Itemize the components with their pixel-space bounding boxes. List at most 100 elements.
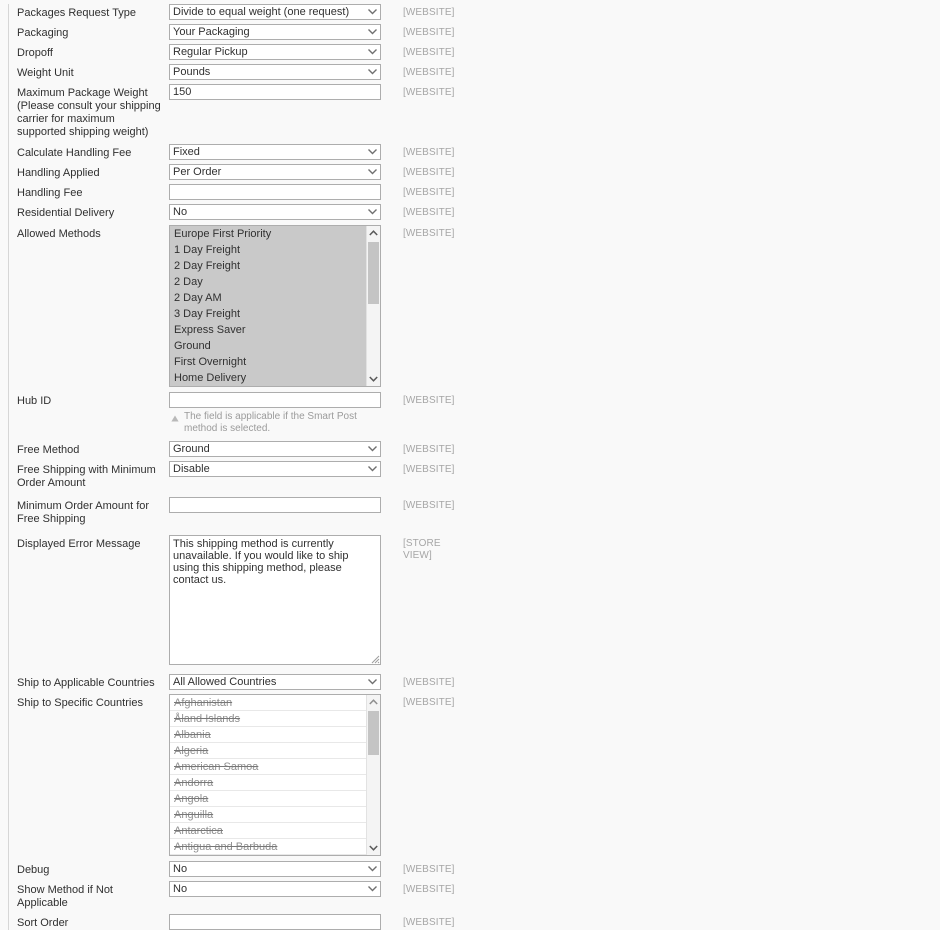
sort-order-input[interactable]: [169, 914, 381, 930]
select-value-packaging: Your Packaging: [173, 26, 250, 38]
field-row-packaging: Packaging Your Packaging [WEBSITE]: [17, 24, 940, 40]
scroll-up-arrow-icon[interactable]: [367, 695, 380, 709]
label-free-shipping-minimum-order-amount: Free Shipping with Minimum Order Amount: [17, 464, 156, 489]
control-handling-fee: [169, 184, 381, 200]
list-item[interactable]: Andorra: [170, 775, 366, 791]
ship-to-specific-countries-option-list[interactable]: Afghanistan Åland Islands Albania Algeria Am…: [170, 695, 366, 855]
select-debug[interactable]: No: [169, 861, 381, 877]
minimum-order-amount-for-free-shipping-input[interactable]: [169, 497, 381, 513]
select-weight-unit[interactable]: Pounds: [169, 64, 381, 80]
list-item[interactable]: 3 Day Freight: [170, 306, 366, 322]
select-residential-delivery[interactable]: No: [169, 204, 381, 220]
select-value-show-method-if-not-applicable: No: [173, 883, 188, 895]
select-value-residential-delivery: No: [173, 206, 188, 218]
select-value-free-shipping-minimum-order-amount: Disable: [173, 463, 210, 475]
scope-debug: [WEBSITE]: [403, 864, 455, 875]
list-item[interactable]: Afghanistan: [170, 695, 366, 711]
list-item[interactable]: Antigua and Barbuda: [170, 839, 366, 855]
list-item[interactable]: Home Delivery: [170, 370, 366, 386]
select-ship-to-applicable-countries[interactable]: All Allowed Countries: [169, 674, 381, 690]
list-item[interactable]: Albania: [170, 727, 366, 743]
list-item[interactable]: Angola: [170, 791, 366, 807]
select-value-packages-request-type: Divide to equal weight (one request): [173, 6, 350, 18]
field-row-free-method: Free Method Ground [WEBSITE]: [17, 441, 940, 457]
displayed-error-message-textarea[interactable]: This shipping method is currently unavai…: [169, 535, 381, 665]
allowed-methods-multiselect[interactable]: Europe First Priority 1 Day Freight 2 Day …: [169, 225, 381, 387]
list-item[interactable]: First Overnight: [170, 354, 366, 370]
select-free-method[interactable]: Ground: [169, 441, 381, 457]
field-row-packages-request-type: Packages Request Type Divide to equal we…: [17, 4, 940, 20]
allowed-methods-option-list[interactable]: Europe First Priority 1 Day Freight 2 Day …: [170, 226, 366, 386]
handling-fee-input[interactable]: [169, 184, 381, 200]
ship-to-specific-countries-scrollbar[interactable]: [366, 695, 380, 855]
list-item[interactable]: 2 Day: [170, 274, 366, 290]
label-calculate-handling-fee: Calculate Handling Fee: [17, 147, 132, 159]
scroll-down-arrow-icon[interactable]: [367, 372, 380, 386]
select-show-method-if-not-applicable[interactable]: No: [169, 881, 381, 897]
list-item[interactable]: 2 Day Freight: [170, 258, 366, 274]
list-item[interactable]: Algeria: [170, 743, 366, 759]
list-item[interactable]: Ground: [170, 338, 366, 354]
control-ship-to-applicable-countries: All Allowed Countries: [169, 674, 381, 690]
select-dropoff[interactable]: Regular Pickup: [169, 44, 381, 60]
scope-free-method: [WEBSITE]: [403, 444, 455, 455]
select-calculate-handling-fee[interactable]: Fixed: [169, 144, 381, 160]
list-item[interactable]: Åland Islands: [170, 711, 366, 727]
scope-packages-request-type: [WEBSITE]: [403, 7, 455, 18]
scrollbar-thumb[interactable]: [368, 711, 379, 755]
label-handling-fee: Handling Fee: [17, 187, 83, 199]
control-packages-request-type: Divide to equal weight (one request): [169, 4, 381, 20]
allowed-methods-scrollbar[interactable]: [366, 226, 380, 386]
control-sort-order: [169, 914, 381, 930]
select-handling-applied[interactable]: Per Order: [169, 164, 381, 180]
list-item[interactable]: American Samoa: [170, 759, 366, 775]
scroll-up-arrow-icon[interactable]: [367, 226, 380, 240]
label-packaging: Packaging: [17, 27, 69, 39]
select-packages-request-type[interactable]: Divide to equal weight (one request): [169, 4, 381, 20]
field-row-maximum-package-weight: Maximum Package Weight (Please consult y…: [17, 84, 940, 139]
label-weight-unit: Weight Unit: [17, 67, 74, 79]
select-packaging[interactable]: Your Packaging: [169, 24, 381, 40]
list-item[interactable]: Anguilla: [170, 807, 366, 823]
scope-residential-delivery: [WEBSITE]: [403, 207, 455, 218]
ship-to-specific-countries-multiselect[interactable]: Afghanistan Åland Islands Albania Algeria Am…: [169, 694, 381, 856]
scope-packaging: [WEBSITE]: [403, 27, 455, 38]
label-debug: Debug: [17, 864, 50, 876]
control-debug: No: [169, 861, 381, 877]
select-free-shipping-minimum-order-amount[interactable]: Disable: [169, 461, 381, 477]
select-value-calculate-handling-fee: Fixed: [173, 146, 200, 158]
control-minimum-order-amount-for-free-shipping: [169, 497, 381, 513]
list-item[interactable]: 2 Day AM: [170, 290, 366, 306]
select-value-handling-applied: Per Order: [173, 166, 222, 178]
scope-weight-unit: [WEBSITE]: [403, 67, 455, 78]
list-item[interactable]: 1 Day Freight: [170, 242, 366, 258]
list-item[interactable]: Express Saver: [170, 322, 366, 338]
select-value-free-method: Ground: [173, 443, 210, 455]
control-calculate-handling-fee: Fixed: [169, 144, 381, 160]
field-row-free-shipping-minimum-order-amount: Free Shipping with Minimum Order Amount …: [17, 461, 940, 490]
control-handling-applied: Per Order: [169, 164, 381, 180]
list-item[interactable]: Antarctica: [170, 823, 366, 839]
hub-id-input[interactable]: [169, 392, 381, 408]
control-weight-unit: Pounds: [169, 64, 381, 80]
scroll-down-arrow-icon[interactable]: [367, 841, 380, 855]
label-ship-to-applicable-countries: Ship to Applicable Countries: [17, 677, 155, 689]
scope-ship-to-specific-countries: [WEBSITE]: [403, 697, 455, 708]
scope-sort-order: [WEBSITE]: [403, 917, 455, 928]
scope-show-method-if-not-applicable: [WEBSITE]: [403, 884, 455, 895]
control-allowed-methods: Europe First Priority 1 Day Freight 2 Day …: [169, 225, 381, 387]
scope-allowed-methods: [WEBSITE]: [403, 228, 455, 239]
scrollbar-thumb[interactable]: [368, 242, 379, 304]
list-item[interactable]: Europe First Priority: [170, 226, 366, 242]
scope-free-shipping-minimum-order-amount: [WEBSITE]: [403, 464, 455, 475]
field-row-handling-fee: Handling Fee [WEBSITE]: [17, 184, 940, 200]
control-maximum-package-weight: [169, 84, 381, 100]
control-ship-to-specific-countries: Afghanistan Åland Islands Albania Algeria Am…: [169, 694, 381, 856]
hub-id-note: The field is applicable if the Smart Pos…: [169, 411, 381, 435]
control-residential-delivery: No: [169, 204, 381, 220]
control-displayed-error-message: This shipping method is currently unavai…: [169, 535, 381, 665]
maximum-package-weight-input[interactable]: [169, 84, 381, 100]
field-row-calculate-handling-fee: Calculate Handling Fee Fixed [WEBSITE]: [17, 144, 940, 160]
label-free-method: Free Method: [17, 444, 80, 456]
label-displayed-error-message: Displayed Error Message: [17, 538, 141, 550]
